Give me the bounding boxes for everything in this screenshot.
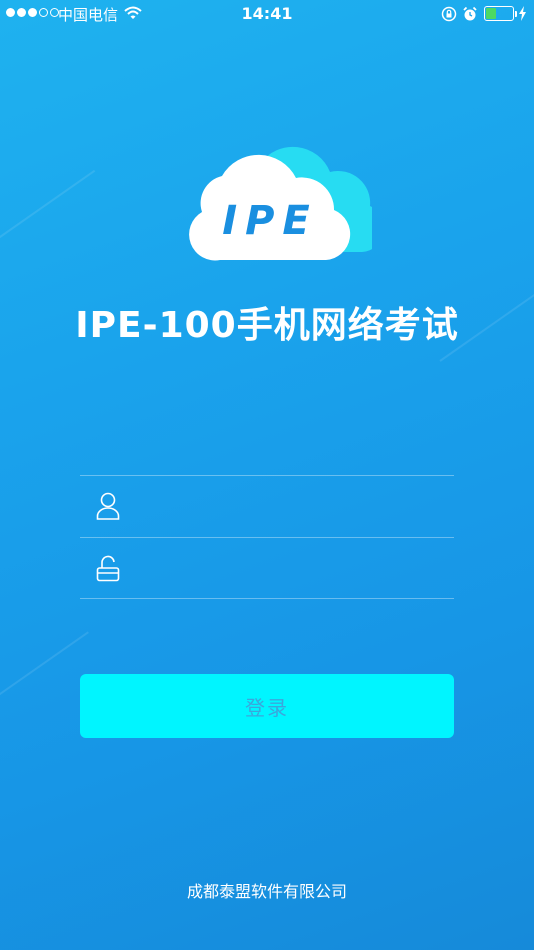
- battery-tip: [515, 11, 517, 17]
- status-bar: 中国电信 14:41: [0, 0, 534, 28]
- username-field[interactable]: [80, 476, 454, 536]
- app-logo: IPE: [176, 140, 385, 264]
- username-input[interactable]: [138, 488, 454, 524]
- battery-level: [486, 8, 496, 19]
- logo-text: IPE: [222, 198, 318, 244]
- charging-bolt-icon: [518, 6, 527, 25]
- login-screen: 中国电信 14:41 IPE IPE-100手机网络考试 登录 成都泰盟软件有限…: [0, 0, 534, 950]
- rotation-lock-icon: [441, 6, 457, 26]
- background-streak: [0, 631, 89, 702]
- company-footer: 成都泰盟软件有限公司: [186, 882, 347, 901]
- battery-icon: [484, 6, 517, 21]
- login-button[interactable]: 登录: [80, 674, 454, 738]
- form-divider: [80, 598, 454, 599]
- password-field[interactable]: [80, 538, 454, 598]
- password-input[interactable]: [138, 550, 454, 586]
- background-streak: [0, 169, 96, 252]
- unlock-icon: [96, 554, 120, 586]
- app-title: IPE-100手机网络考试: [75, 305, 459, 346]
- user-icon: [96, 492, 120, 524]
- cloud-logo-icon: IPE: [189, 146, 385, 261]
- alarm-icon: [462, 6, 478, 26]
